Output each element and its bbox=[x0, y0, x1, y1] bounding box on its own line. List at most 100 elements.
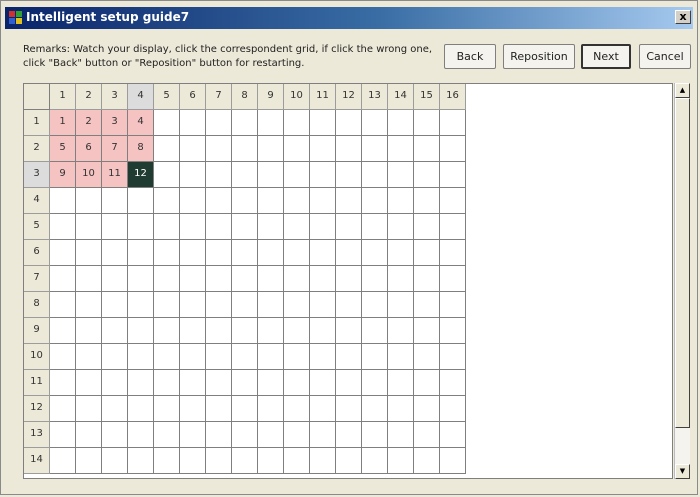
grid-cell[interactable] bbox=[284, 162, 310, 188]
grid-cell[interactable] bbox=[440, 448, 466, 474]
grid-cell[interactable] bbox=[310, 110, 336, 136]
back-button[interactable]: Back bbox=[444, 44, 496, 69]
reposition-button[interactable]: Reposition bbox=[503, 44, 575, 69]
grid-cell[interactable] bbox=[336, 396, 362, 422]
grid-cell[interactable] bbox=[284, 396, 310, 422]
grid-cell[interactable] bbox=[128, 240, 154, 266]
grid-cell[interactable] bbox=[50, 318, 76, 344]
grid-cell[interactable] bbox=[310, 448, 336, 474]
grid-cell[interactable] bbox=[128, 344, 154, 370]
grid-cell[interactable] bbox=[310, 188, 336, 214]
grid-cell[interactable] bbox=[180, 318, 206, 344]
grid-cell[interactable] bbox=[232, 344, 258, 370]
grid-cell[interactable] bbox=[258, 110, 284, 136]
grid-cell[interactable] bbox=[440, 110, 466, 136]
grid-cell[interactable] bbox=[336, 110, 362, 136]
grid-cell[interactable] bbox=[388, 422, 414, 448]
grid-cell[interactable] bbox=[76, 266, 102, 292]
grid-cell[interactable] bbox=[310, 214, 336, 240]
grid-cell[interactable] bbox=[102, 370, 128, 396]
grid-cell[interactable] bbox=[336, 370, 362, 396]
grid-cell[interactable] bbox=[362, 136, 388, 162]
grid-cell[interactable] bbox=[76, 318, 102, 344]
grid-cell[interactable] bbox=[76, 370, 102, 396]
grid-cell[interactable] bbox=[414, 266, 440, 292]
grid-cell[interactable] bbox=[362, 448, 388, 474]
grid-cell[interactable] bbox=[232, 188, 258, 214]
grid-cell[interactable] bbox=[388, 214, 414, 240]
grid-cell[interactable] bbox=[180, 422, 206, 448]
grid-cell[interactable] bbox=[154, 370, 180, 396]
grid-cell[interactable] bbox=[414, 422, 440, 448]
grid-cell[interactable] bbox=[414, 396, 440, 422]
grid-cell[interactable] bbox=[336, 422, 362, 448]
grid-cell[interactable] bbox=[388, 370, 414, 396]
close-button[interactable]: x bbox=[675, 10, 691, 24]
grid-cell[interactable] bbox=[50, 396, 76, 422]
grid-cell[interactable] bbox=[232, 422, 258, 448]
grid-cell[interactable] bbox=[362, 240, 388, 266]
grid-cell[interactable] bbox=[180, 370, 206, 396]
grid-cell[interactable] bbox=[76, 188, 102, 214]
grid-cell[interactable] bbox=[206, 266, 232, 292]
grid-cell[interactable] bbox=[258, 422, 284, 448]
grid-cell[interactable] bbox=[258, 266, 284, 292]
grid-cell[interactable] bbox=[180, 162, 206, 188]
grid-cell[interactable]: 12 bbox=[128, 162, 154, 188]
grid-cell[interactable] bbox=[362, 266, 388, 292]
grid-cell[interactable]: 3 bbox=[102, 110, 128, 136]
grid-cell[interactable] bbox=[76, 214, 102, 240]
grid-cell[interactable] bbox=[232, 448, 258, 474]
scrollbar-thumb[interactable] bbox=[675, 98, 690, 428]
grid-cell[interactable]: 7 bbox=[102, 136, 128, 162]
grid-cell[interactable] bbox=[284, 240, 310, 266]
grid-cell[interactable] bbox=[440, 240, 466, 266]
grid-cell[interactable] bbox=[180, 292, 206, 318]
grid-cell[interactable] bbox=[414, 318, 440, 344]
grid-cell[interactable] bbox=[232, 318, 258, 344]
grid-cell[interactable] bbox=[440, 188, 466, 214]
grid-cell[interactable] bbox=[362, 370, 388, 396]
grid-cell[interactable] bbox=[362, 292, 388, 318]
grid-cell[interactable] bbox=[388, 344, 414, 370]
grid-cell[interactable] bbox=[336, 448, 362, 474]
cancel-button[interactable]: Cancel bbox=[639, 44, 691, 69]
grid-cell[interactable] bbox=[180, 214, 206, 240]
grid-cell[interactable] bbox=[388, 136, 414, 162]
grid-cell[interactable] bbox=[284, 188, 310, 214]
grid-cell[interactable] bbox=[128, 188, 154, 214]
grid-cell[interactable]: 1 bbox=[50, 110, 76, 136]
grid-cell[interactable] bbox=[414, 162, 440, 188]
grid-cell[interactable] bbox=[50, 214, 76, 240]
grid-cell[interactable] bbox=[180, 448, 206, 474]
grid-cell[interactable] bbox=[128, 370, 154, 396]
grid-cell[interactable] bbox=[128, 292, 154, 318]
grid-cell[interactable] bbox=[388, 240, 414, 266]
grid-cell[interactable] bbox=[310, 344, 336, 370]
grid-cell[interactable] bbox=[128, 266, 154, 292]
grid-cell[interactable] bbox=[284, 422, 310, 448]
grid-cell[interactable] bbox=[336, 162, 362, 188]
grid-cell[interactable]: 5 bbox=[50, 136, 76, 162]
grid-cell[interactable] bbox=[388, 448, 414, 474]
grid-cell[interactable] bbox=[102, 318, 128, 344]
grid-cell[interactable] bbox=[102, 344, 128, 370]
grid-cell[interactable] bbox=[180, 344, 206, 370]
grid-cell[interactable] bbox=[154, 422, 180, 448]
grid-cell[interactable] bbox=[206, 370, 232, 396]
grid-cell[interactable] bbox=[258, 396, 284, 422]
grid-cell[interactable] bbox=[440, 136, 466, 162]
grid-cell[interactable] bbox=[206, 240, 232, 266]
grid-cell[interactable] bbox=[284, 344, 310, 370]
grid-cell[interactable] bbox=[76, 422, 102, 448]
grid-cell[interactable] bbox=[284, 292, 310, 318]
grid-cell[interactable] bbox=[50, 422, 76, 448]
grid-cell[interactable] bbox=[440, 396, 466, 422]
grid-cell[interactable] bbox=[206, 162, 232, 188]
grid-cell[interactable] bbox=[362, 110, 388, 136]
grid-cell[interactable] bbox=[258, 318, 284, 344]
grid-cell[interactable] bbox=[440, 422, 466, 448]
grid-cell[interactable] bbox=[180, 136, 206, 162]
grid-cell[interactable] bbox=[154, 110, 180, 136]
grid-cell[interactable] bbox=[440, 214, 466, 240]
